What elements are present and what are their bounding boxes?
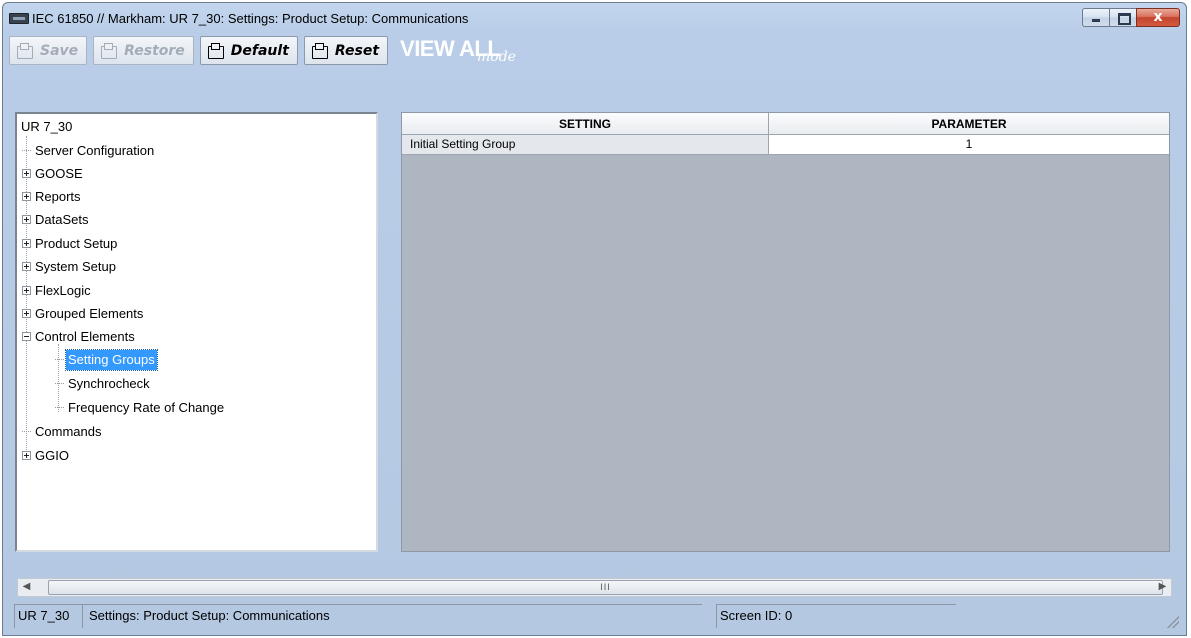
tree-item-label: FlexLogic <box>35 282 91 298</box>
reset-icon <box>311 42 328 59</box>
tree-item-goose[interactable]: GOOSE <box>22 162 85 185</box>
tree-root[interactable]: UR 7_30 <box>19 115 74 138</box>
tree-item-label: Setting Groups <box>65 348 158 371</box>
horizontal-scrollbar[interactable]: ◀ III ▶ <box>17 578 1172 597</box>
reset-button[interactable]: Reset <box>303 36 389 65</box>
tree-item-label: Server Configuration <box>35 142 155 158</box>
tree-item-control-elements[interactable]: Control Elements <box>22 325 137 348</box>
tree-item-label: Product Setup <box>35 235 118 251</box>
tree-item-grouped-elements[interactable]: Grouped Elements <box>22 302 145 325</box>
tree-item-datasets[interactable]: DataSets <box>22 208 90 231</box>
tree-item-label: GGIO <box>35 447 69 463</box>
status-device: UR 7_30 <box>14 604 82 628</box>
expand-icon[interactable] <box>22 192 31 201</box>
tree-item-setting-groups[interactable]: Setting Groups <box>55 348 158 371</box>
status-bar: UR 7_30 Settings: Product Setup: Communi… <box>0 600 1183 632</box>
tree-item-label: Commands <box>35 423 102 439</box>
tree-connector <box>55 359 64 360</box>
scroll-right-icon[interactable]: ▶ <box>1154 579 1171 596</box>
expand-icon[interactable] <box>22 309 31 318</box>
tree-item-flexlogic[interactable]: FlexLogic <box>22 279 93 302</box>
title-bar[interactable]: IEC 61850 // Markham: UR 7_30: Settings:… <box>3 3 1186 33</box>
column-header-setting[interactable]: SETTING <box>402 113 769 135</box>
tree-item-reports[interactable]: Reports <box>22 185 83 208</box>
tree-item-label: Frequency Rate of Change <box>68 399 225 415</box>
column-header-parameter[interactable]: PARAMETER <box>769 113 1169 135</box>
tree-item-server-configuration[interactable]: Server Configuration <box>22 139 156 162</box>
tree-item-system-setup[interactable]: System Setup <box>22 255 118 278</box>
tree-item-label: Synchrocheck <box>68 375 150 391</box>
save-button[interactable]: Save <box>9 36 88 65</box>
tree-root-label: UR 7_30 <box>21 118 73 134</box>
expand-icon[interactable] <box>22 239 31 248</box>
tree-item-label: Grouped Elements <box>35 305 144 321</box>
status-path: Settings: Product Setup: Communications <box>82 604 702 628</box>
tree-item-label: GOOSE <box>35 165 83 181</box>
app-icon <box>9 13 29 24</box>
tree-item-label: DataSets <box>35 211 89 227</box>
expand-icon[interactable] <box>22 215 31 224</box>
resize-grip-icon[interactable] <box>1167 616 1179 628</box>
tree-item-product-setup[interactable]: Product Setup <box>22 232 119 255</box>
table-row: Initial Setting Group 1 <box>402 135 1169 155</box>
restore-button[interactable]: Restore <box>93 36 194 65</box>
maximize-button[interactable] <box>1109 8 1136 27</box>
toolbar: Save Restore Default Reset VIEW ALL mode <box>9 33 1181 68</box>
save-button-label: Save <box>40 42 79 59</box>
view-all-mode-label: mode <box>477 48 516 65</box>
tree-item-frequency-rate-of-change[interactable]: Frequency Rate of Change <box>55 396 226 419</box>
close-button[interactable]: x <box>1136 8 1180 27</box>
tree-item-synchrocheck[interactable]: Synchrocheck <box>55 372 152 395</box>
view-all-mode-indicator[interactable]: VIEW ALL mode <box>400 35 550 67</box>
settings-grid: SETTING PARAMETER Initial Setting Group … <box>401 112 1170 552</box>
scrollbar-thumb[interactable]: III <box>48 580 1163 595</box>
window-controls: x <box>1082 8 1180 27</box>
window-title: IEC 61850 // Markham: UR 7_30: Settings:… <box>32 11 469 26</box>
save-icon <box>16 42 33 59</box>
collapse-icon[interactable] <box>22 332 31 341</box>
reset-button-label: Reset <box>334 42 380 59</box>
expand-icon[interactable] <box>22 286 31 295</box>
restore-icon <box>100 42 118 59</box>
expand-icon[interactable] <box>22 262 31 271</box>
grip-icon: III <box>600 582 611 592</box>
tree-item-ggio[interactable]: GGIO <box>22 444 71 467</box>
tree-item-commands[interactable]: Commands <box>22 420 103 443</box>
status-screen-id: Screen ID: 0 <box>716 604 956 628</box>
scroll-left-icon[interactable]: ◀ <box>18 579 35 596</box>
expand-icon[interactable] <box>22 169 31 178</box>
restore-button-label: Restore <box>124 42 185 59</box>
tree-item-label: System Setup <box>35 258 116 274</box>
default-button-label: Default <box>230 42 289 59</box>
tree-connector <box>55 407 64 408</box>
tree-item-label: Reports <box>35 188 81 204</box>
default-icon <box>207 42 224 59</box>
minimize-button[interactable] <box>1082 8 1109 27</box>
default-button[interactable]: Default <box>199 36 298 65</box>
tree-connector <box>22 150 31 151</box>
expand-icon[interactable] <box>22 451 31 460</box>
tree-connector <box>22 431 31 432</box>
parameter-cell[interactable]: 1 <box>769 135 1169 155</box>
tree-connector <box>55 383 64 384</box>
close-icon: x <box>1153 9 1163 25</box>
grid-header-row: SETTING PARAMETER <box>402 113 1169 135</box>
settings-tree[interactable]: UR 7_30 Server Configuration GOOSE Repor… <box>15 112 378 552</box>
tree-item-label: Control Elements <box>35 328 135 344</box>
setting-cell: Initial Setting Group <box>402 135 769 155</box>
